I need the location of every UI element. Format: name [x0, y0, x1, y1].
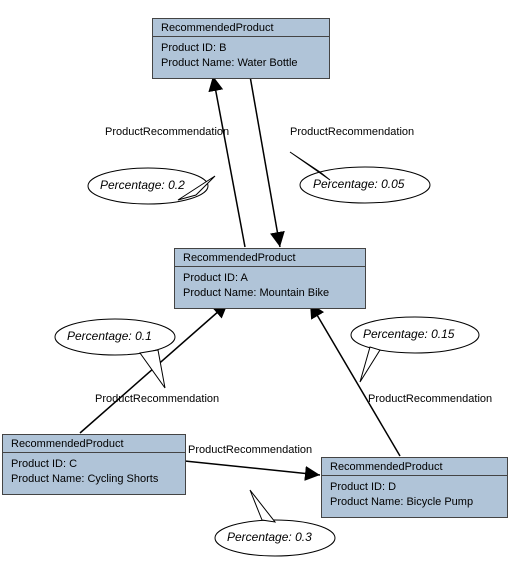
edge-label-c-to-d: ProductRecommendation — [188, 444, 312, 456]
field-name-value: Bicycle Pump — [406, 496, 473, 508]
node-title: RecommendedProduct — [153, 19, 329, 37]
field-name-label: Product Name — [330, 496, 400, 508]
field-id-value: A — [240, 272, 247, 284]
node-product-b: RecommendedProduct Product ID: B Product… — [152, 18, 330, 79]
node-title: RecommendedProduct — [3, 435, 185, 453]
field-name-value: Mountain Bike — [259, 287, 329, 299]
field-id-value: C — [69, 458, 77, 470]
node-title: RecommendedProduct — [175, 249, 365, 267]
percentage-callout-d-to-a: Percentage: 0.15 — [363, 327, 454, 341]
edge-label-c-to-a: ProductRecommendation — [95, 393, 219, 405]
field-name-label: Product Name — [161, 57, 231, 69]
field-id-value: B — [219, 42, 226, 54]
node-title: RecommendedProduct — [322, 458, 507, 476]
field-name-value: Cycling Shorts — [87, 473, 158, 485]
node-product-d: RecommendedProduct Product ID: D Product… — [321, 457, 508, 518]
percentage-callout-c-to-a: Percentage: 0.1 — [67, 329, 152, 343]
field-id-label: Product ID — [161, 42, 213, 54]
field-id-label: Product ID — [183, 272, 235, 284]
node-product-a: RecommendedProduct Product ID: A Product… — [174, 248, 366, 309]
percentage-callout-a-to-b: Percentage: 0.2 — [100, 178, 185, 192]
field-name-value: Water Bottle — [237, 57, 297, 69]
percentage-callout-c-to-d: Percentage: 0.3 — [227, 530, 312, 544]
field-name-label: Product Name — [183, 287, 253, 299]
edge-label-a-to-b: ProductRecommendation — [105, 126, 229, 138]
node-product-c: RecommendedProduct Product ID: C Product… — [2, 434, 186, 495]
field-id-label: Product ID — [330, 481, 382, 493]
field-name-label: Product Name — [11, 473, 81, 485]
edge-label-d-to-a: ProductRecommendation — [368, 393, 492, 405]
field-id-value: D — [388, 481, 396, 493]
percentage-callout-b-to-a: Percentage: 0.05 — [313, 177, 404, 191]
edge-label-b-to-a: ProductRecommendation — [290, 126, 414, 138]
field-id-label: Product ID — [11, 458, 63, 470]
